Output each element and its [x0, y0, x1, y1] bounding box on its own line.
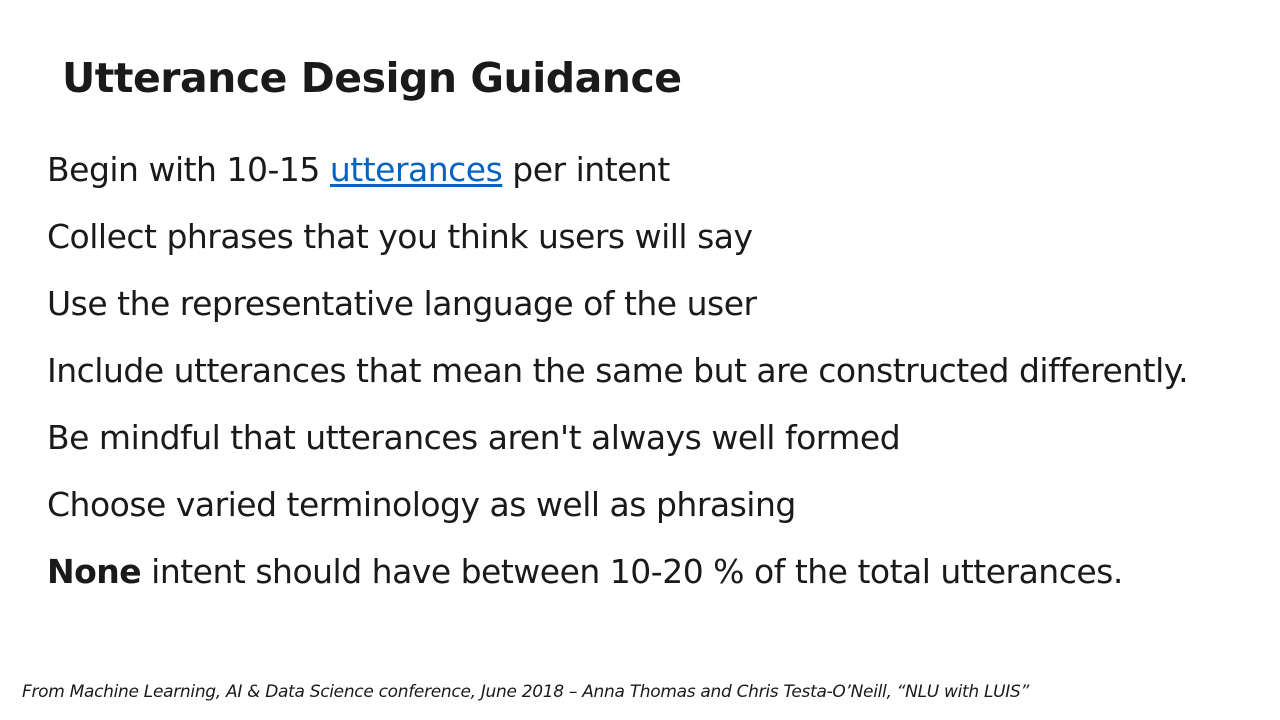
slide-footer-citation: From Machine Learning, AI & Data Science…: [22, 682, 1030, 702]
bullet-text: Collect phrases that you think users wil…: [47, 217, 753, 256]
slide-title: Utterance Design Guidance: [62, 54, 682, 102]
bullet-text: per intent: [502, 150, 670, 189]
bullet-item-collect-phrases: Collect phrases that you think users wil…: [47, 209, 1188, 276]
bullet-item-representative-language: Use the representative language of the u…: [47, 276, 1188, 343]
bullet-text: Use the representative language of the u…: [47, 284, 757, 323]
bullet-item-choose-varied: Choose varied terminology as well as phr…: [47, 477, 1188, 544]
bullet-text: intent should have between 10-20 % of th…: [141, 552, 1123, 591]
bullet-list: Begin with 10-15 utterances per intent C…: [47, 142, 1189, 611]
bullet-item-none-intent: None intent should have between 10-20 % …: [47, 544, 1188, 611]
utterances-link[interactable]: utterances: [330, 150, 503, 189]
bullet-item-be-mindful: Be mindful that utterances aren't always…: [47, 410, 1188, 477]
bullet-text: Include utterances that mean the same bu…: [47, 351, 1189, 390]
bullet-item-include-utterances: Include utterances that mean the same bu…: [47, 343, 1189, 410]
bullet-text: Be mindful that utterances aren't always…: [47, 418, 901, 457]
bullet-text: Choose varied terminology as well as phr…: [47, 485, 796, 524]
bullet-item-begin-with: Begin with 10-15 utterances per intent: [47, 142, 1188, 209]
none-keyword: None: [47, 552, 142, 591]
bullet-text: Begin with 10-15: [47, 150, 330, 189]
